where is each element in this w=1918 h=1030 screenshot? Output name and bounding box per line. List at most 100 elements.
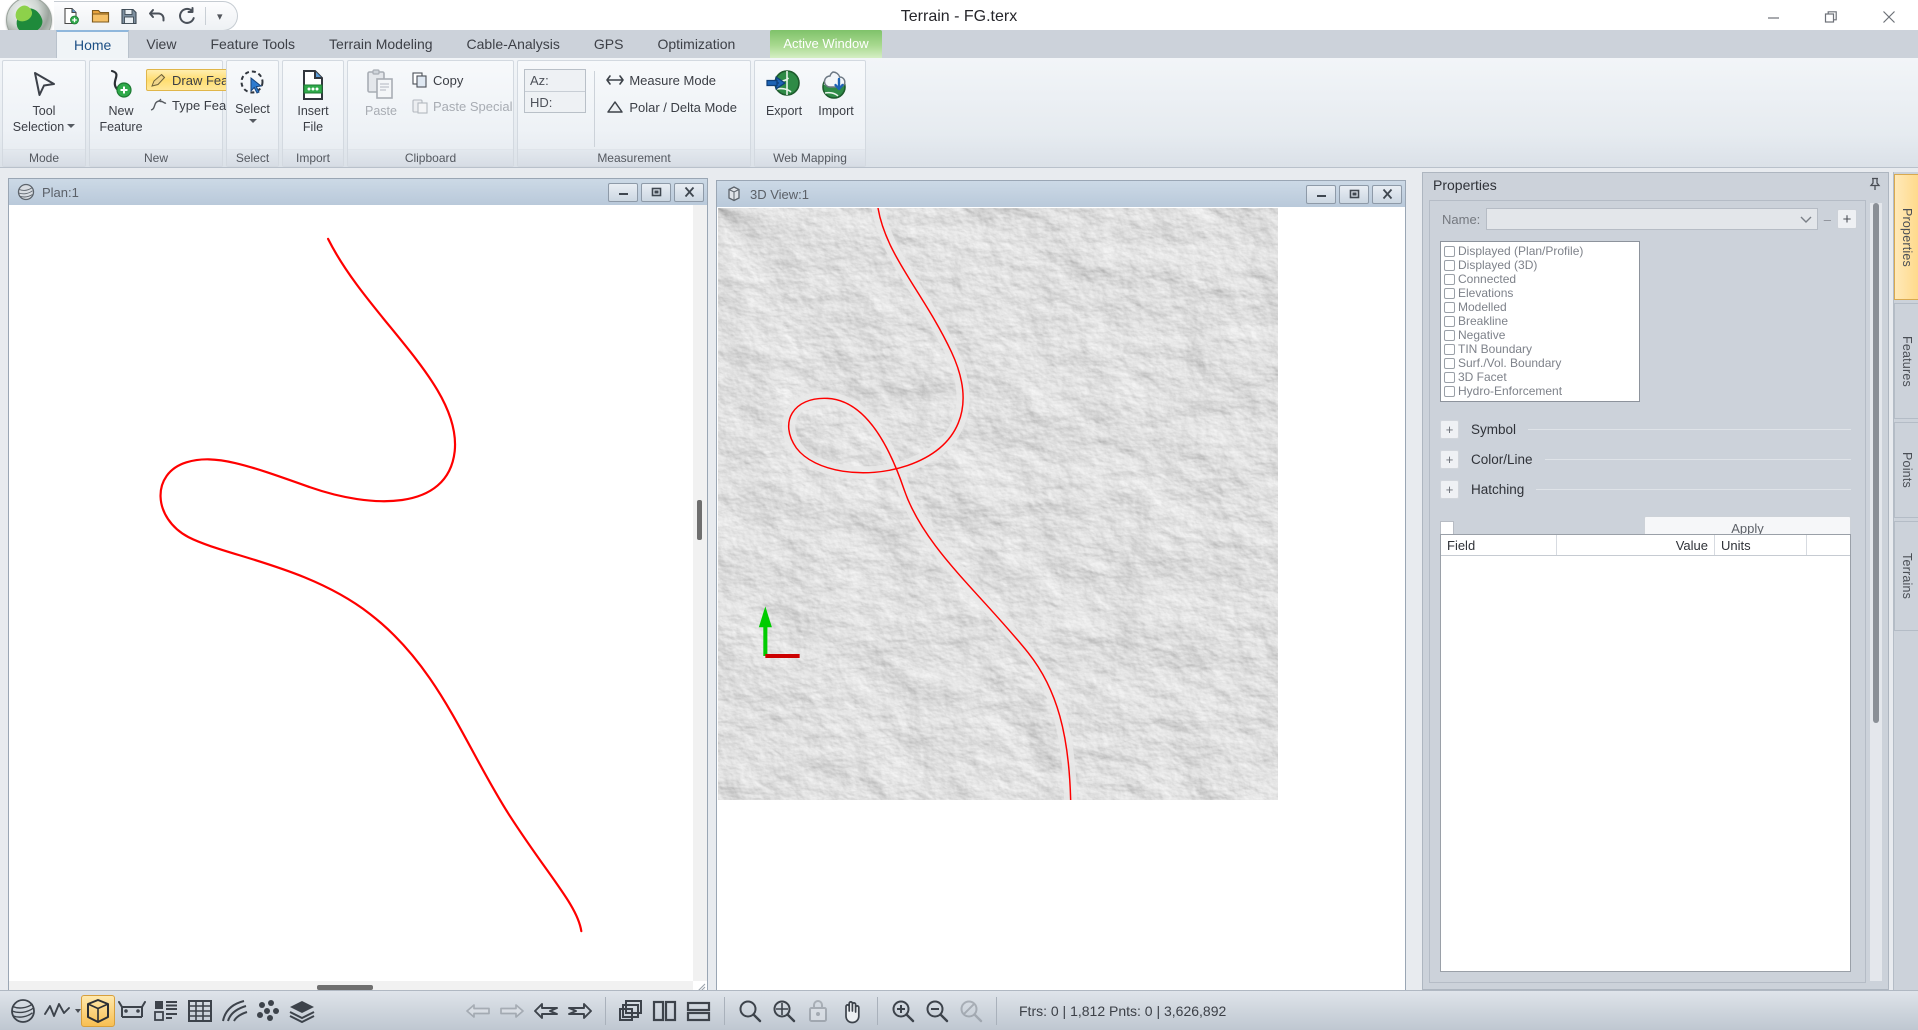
zoom-out-icon[interactable] [920, 995, 954, 1027]
paste-special-button[interactable]: Paste Special [408, 95, 520, 117]
chevron-down-icon[interactable] [1800, 215, 1812, 224]
cube-3d-view-icon[interactable] [81, 994, 115, 1027]
terrain-hillshade-render[interactable] [718, 208, 1278, 800]
new-file-icon[interactable] [60, 5, 82, 27]
flag-surf-vol-boundary[interactable]: Surf./Vol. Boundary [1441, 356, 1639, 370]
view3d-minimize-button[interactable] [1306, 184, 1336, 204]
checkbox[interactable] [1444, 357, 1455, 369]
flag-negative[interactable]: Negative [1441, 328, 1639, 342]
zoom-previous-icon[interactable] [954, 995, 988, 1027]
paste-button[interactable]: Paste [354, 65, 408, 121]
plan-window-body[interactable] [9, 205, 707, 995]
view3d-window-body[interactable] [717, 207, 1405, 997]
undo-icon[interactable] [147, 5, 169, 27]
column-header-units[interactable]: Units [1715, 535, 1807, 555]
plan-window[interactable]: Plan:1 [8, 178, 708, 996]
cross-section-icon[interactable] [115, 995, 149, 1027]
polar-delta-mode-button[interactable]: Polar / Delta Mode [602, 96, 744, 118]
checkbox[interactable] [1444, 273, 1455, 285]
ribbon-tab-optimization[interactable]: Optimization [640, 30, 752, 58]
tile-vertical-icon[interactable] [648, 995, 682, 1027]
cascade-windows-icon[interactable] [614, 995, 648, 1027]
layers-icon[interactable] [285, 995, 319, 1027]
view3d-window-titlebar[interactable]: 3D View:1 [717, 181, 1405, 207]
expand-icon[interactable]: + [1440, 449, 1459, 469]
chevron-down-icon[interactable] [67, 124, 76, 128]
properties-vertical-scrollbar[interactable] [1870, 203, 1882, 981]
section-color-line[interactable]: + Color/Line [1440, 444, 1851, 474]
expand-icon[interactable]: + [1440, 479, 1459, 499]
field-value-table[interactable]: Field Value Units [1440, 534, 1851, 972]
flag-displayed-plan-profile[interactable]: Displayed (Plan/Profile) [1441, 244, 1639, 258]
report-panel-icon[interactable] [149, 995, 183, 1027]
tile-horizontal-icon[interactable] [682, 995, 716, 1027]
side-tab-features[interactable]: Features [1894, 303, 1918, 419]
checkbox[interactable] [1444, 315, 1455, 327]
side-tab-points[interactable]: Points [1894, 422, 1918, 518]
measure-mode-button[interactable]: Measure Mode [602, 69, 744, 91]
checkbox[interactable] [1444, 371, 1455, 383]
checkbox[interactable] [1444, 385, 1455, 397]
zoom-in-icon[interactable] [886, 995, 920, 1027]
section-symbol[interactable]: + Symbol [1440, 414, 1851, 444]
column-header-extra[interactable] [1807, 535, 1850, 555]
checkbox[interactable] [1444, 245, 1455, 257]
plan-close-button[interactable] [674, 182, 704, 202]
plan-canvas[interactable] [11, 207, 691, 979]
plan-vertical-scrollbar[interactable] [693, 205, 707, 981]
pin-icon[interactable] [1868, 177, 1882, 194]
flag-connected[interactable]: Connected [1441, 272, 1639, 286]
undo-view-icon[interactable] [529, 995, 563, 1027]
azimuth-field[interactable]: Az: [525, 70, 585, 91]
properties-scroll-thumb[interactable] [1873, 203, 1879, 723]
restore-button[interactable] [1802, 0, 1860, 34]
minimize-button[interactable] [1744, 0, 1802, 34]
plan-window-titlebar[interactable]: Plan:1 [9, 179, 707, 205]
table-grid-icon[interactable] [183, 995, 217, 1027]
column-header-value[interactable]: Value [1557, 535, 1715, 555]
flag-breakline[interactable]: Breakline [1441, 314, 1639, 328]
insert-file-button[interactable]: Insert File [288, 65, 338, 137]
profile-line-icon[interactable] [40, 995, 74, 1027]
checkbox[interactable] [1444, 259, 1455, 271]
qat-overflow-icon[interactable]: ▾ [213, 10, 227, 23]
flag-hydro-enforcement[interactable]: Hydro-Enforcement [1441, 384, 1639, 398]
ribbon-tab-view[interactable]: View [129, 30, 193, 58]
copy-button[interactable]: Copy [408, 69, 520, 91]
web-export-button[interactable]: Export [759, 65, 809, 121]
checkbox[interactable] [1444, 329, 1455, 341]
web-import-button[interactable]: Import [811, 65, 861, 121]
tool-selection-button[interactable]: Tool Selection [9, 65, 79, 137]
checkbox[interactable] [1444, 343, 1455, 355]
flag-tin-boundary[interactable]: TIN Boundary [1441, 342, 1639, 356]
flag-3d-facet[interactable]: 3D Facet [1441, 370, 1639, 384]
zoom-window-icon[interactable] [733, 995, 767, 1027]
select-chevron-down-icon[interactable] [248, 119, 257, 123]
flag-modelled[interactable]: Modelled [1441, 300, 1639, 314]
ribbon-tab-cable-analysis[interactable]: Cable-Analysis [450, 30, 577, 58]
checkbox[interactable] [1444, 301, 1455, 313]
flag-elevations[interactable]: Elevations [1441, 286, 1639, 300]
zoom-extents-icon[interactable] [767, 995, 801, 1027]
pan-left-icon[interactable] [461, 995, 495, 1027]
expand-icon[interactable]: + [1440, 419, 1459, 439]
zoom-lock-icon[interactable] [801, 995, 835, 1027]
side-tab-properties[interactable]: Properties [1894, 174, 1918, 300]
plan-vertical-scroll-thumb[interactable] [697, 499, 702, 540]
view3d-close-button[interactable] [1372, 184, 1402, 204]
open-folder-icon[interactable] [89, 5, 111, 27]
new-feature-button[interactable]: New Feature [96, 65, 146, 137]
apply-checkbox[interactable] [1440, 521, 1454, 535]
pan-hand-icon[interactable] [835, 995, 869, 1027]
select-button[interactable]: Select [231, 65, 275, 126]
redo-view-icon[interactable] [563, 995, 597, 1027]
view3d-restore-button[interactable] [1339, 184, 1369, 204]
ribbon-tab-home[interactable]: Home [56, 30, 130, 58]
save-icon[interactable] [118, 5, 140, 27]
side-tab-terrains[interactable]: Terrains [1894, 521, 1918, 631]
plan-minimize-button[interactable] [608, 182, 638, 202]
section-hatching[interactable]: + Hatching [1440, 474, 1851, 504]
column-header-field[interactable]: Field [1441, 535, 1557, 555]
name-combobox[interactable] [1486, 208, 1818, 230]
pan-right-icon[interactable] [495, 995, 529, 1027]
